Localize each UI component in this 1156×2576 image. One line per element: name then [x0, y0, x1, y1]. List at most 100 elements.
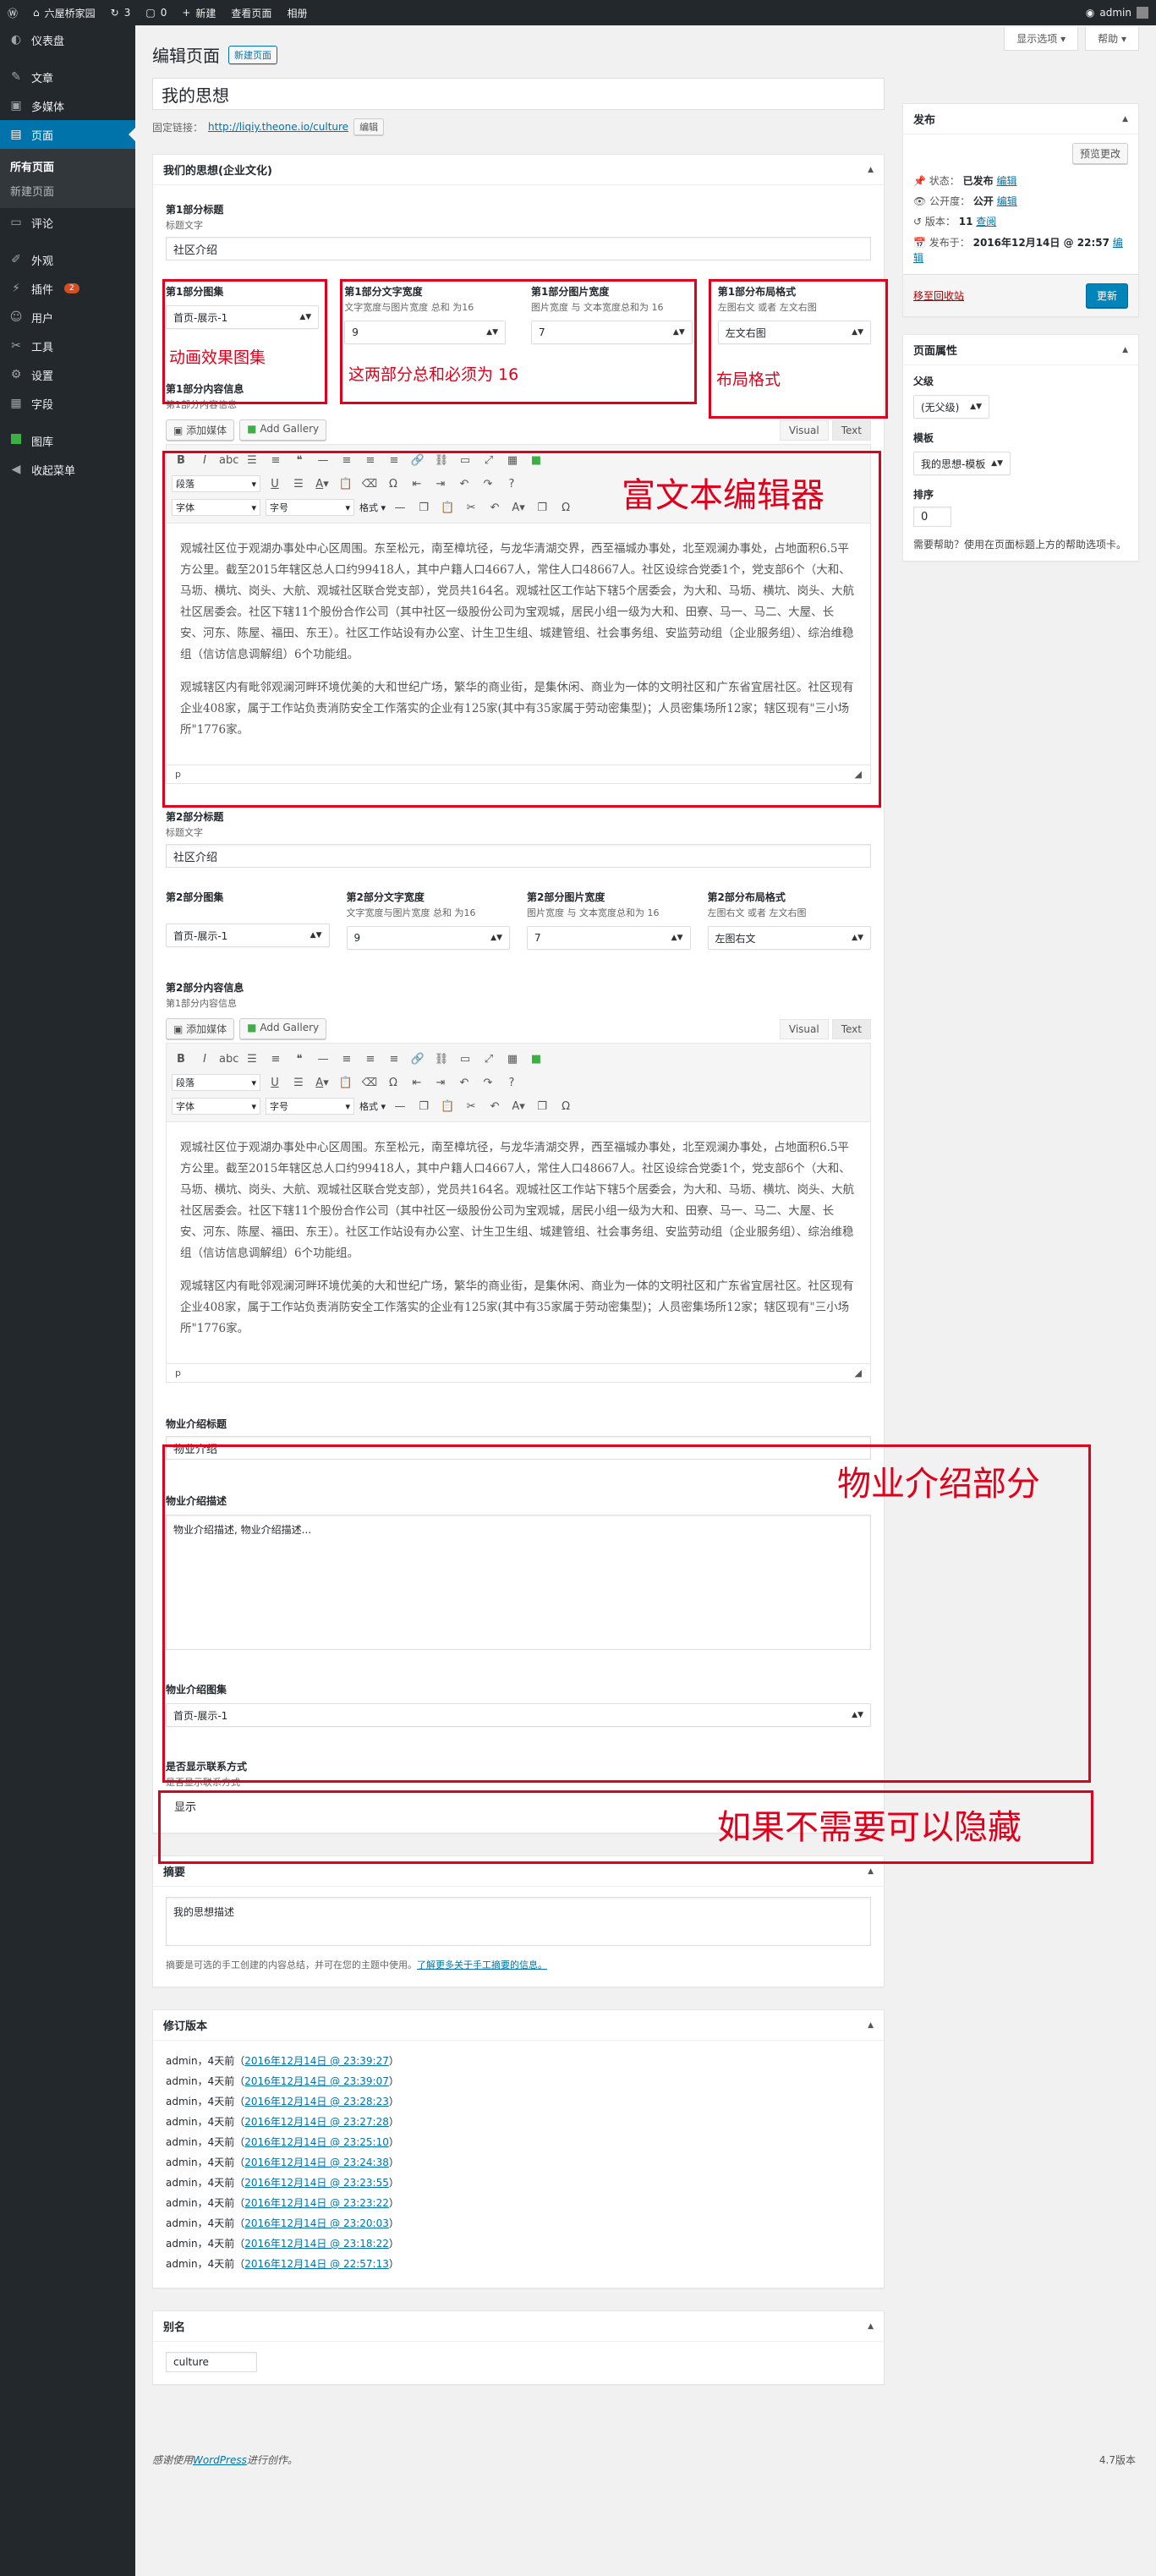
toolbar-toggle-icon[interactable]: ▦ — [503, 1053, 522, 1066]
excerpt-textarea[interactable]: 我的思想描述 — [166, 1897, 871, 1946]
menu-tools[interactable]: ✂ 工具 — [0, 332, 135, 360]
outdent-icon[interactable]: ⇤ — [408, 1077, 426, 1089]
clear-format-icon[interactable]: ⌫ — [360, 1077, 379, 1089]
horizontal-rule-icon[interactable]: — — [314, 1053, 332, 1066]
editor-content-2[interactable]: 观城社区位于观湖办事处中心区周围。东至松元，南至樟坑径，与龙华清湖交界，西至福城… — [167, 1122, 870, 1363]
slug-input[interactable]: culture — [166, 2352, 257, 2372]
link-icon[interactable]: 🔗 — [408, 1053, 427, 1066]
site-name[interactable]: ⌂ 六屋桥家园 — [25, 0, 103, 25]
toggle-arrow-icon[interactable]: ▲ — [1122, 115, 1128, 123]
paste-text-icon[interactable]: 📋 — [337, 1077, 355, 1089]
menu-settings[interactable]: ⚙ 设置 — [0, 360, 135, 389]
copy-icon[interactable]: ❐ — [533, 1100, 551, 1113]
cut-icon[interactable]: ✂ — [462, 1100, 480, 1113]
menu-pages[interactable]: ▤ 页面 — [0, 120, 135, 149]
paragraph-select[interactable]: 段落 ▾ — [172, 1074, 260, 1091]
unlink-icon[interactable]: ⛓ — [432, 1053, 451, 1066]
justify-icon[interactable]: ☰ — [289, 1077, 308, 1089]
s2-gallery-select[interactable]: 首页-展示-1 ▲▼ — [166, 924, 330, 947]
wordpress-link[interactable]: WordPress — [193, 2454, 247, 2466]
visual-tab[interactable]: Visual — [779, 1019, 829, 1039]
font-select[interactable]: 字体 ▾ — [172, 1098, 260, 1115]
menu-users[interactable]: ☺ 用户 — [0, 303, 135, 332]
align-left-icon[interactable]: ≡ — [337, 1053, 356, 1066]
add-gallery-button[interactable]: ■ Add Gallery — [239, 419, 327, 441]
format-menu[interactable]: 格式 ▾ — [359, 1099, 386, 1113]
move-to-trash-link[interactable]: 移至回收站 — [913, 288, 964, 303]
paste-icon[interactable]: 📋 — [438, 1100, 457, 1113]
help-button[interactable]: 帮助 ▾ — [1085, 27, 1139, 51]
align-center-icon[interactable]: ≡ — [361, 1053, 380, 1066]
copy-icon[interactable]: ❐ — [414, 1100, 433, 1113]
background-color-icon[interactable]: A▾ — [509, 1100, 528, 1113]
toggle-arrow-icon[interactable]: ▲ — [868, 1867, 874, 1876]
toggle-arrow-icon[interactable]: ▲ — [868, 2322, 874, 2331]
new-content-link[interactable]: + 新建 — [174, 0, 223, 25]
order-input[interactable]: 0 — [913, 507, 951, 527]
submenu-new-page[interactable]: 新建页面 — [0, 178, 135, 203]
revision-link[interactable]: 2016年12月14日 @ 23:18:22 — [244, 2238, 389, 2250]
s2-layout-select[interactable]: 左图右文 ▲▼ — [707, 926, 871, 950]
view-page-link[interactable]: 查看页面 — [223, 0, 279, 25]
numbered-list-icon[interactable]: ≡ — [266, 1053, 285, 1066]
menu-gallery[interactable]: 图库 — [0, 426, 135, 455]
parent-select[interactable]: (无父级) ▲▼ — [913, 395, 989, 419]
horizontal-rule-icon[interactable]: — — [391, 1100, 409, 1113]
special-char-icon[interactable]: Ω — [384, 1077, 403, 1089]
revision-link[interactable]: 2016年12月14日 @ 23:23:55 — [244, 2177, 389, 2189]
revision-link[interactable]: 2016年12月14日 @ 22:57:13 — [244, 2258, 389, 2270]
gallery-icon[interactable]: ■ — [527, 1053, 545, 1066]
text-tab[interactable]: Text — [831, 1019, 871, 1039]
permalink-link[interactable]: http://liqiy.theone.io/culture — [208, 121, 348, 133]
undo-icon[interactable]: ↶ — [455, 1077, 474, 1089]
revision-link[interactable]: 2016年12月14日 @ 23:39:27 — [244, 2055, 389, 2067]
wordpress-logo-icon[interactable]: Ⓦ — [0, 0, 25, 25]
toggle-arrow-icon[interactable]: ▲ — [868, 2021, 874, 2030]
blockquote-icon[interactable]: ❝ — [290, 1053, 309, 1066]
s2-title-input[interactable]: 社区介绍 — [166, 844, 871, 868]
align-right-icon[interactable]: ≡ — [385, 1053, 403, 1066]
user-menu[interactable]: ◉ admin — [1078, 0, 1156, 25]
update-button[interactable]: 更新 — [1085, 283, 1128, 308]
menu-comments[interactable]: ▭ 评论 — [0, 208, 135, 237]
menu-media[interactable]: ▣ 多媒体 — [0, 91, 135, 120]
italic-icon[interactable]: I — [195, 1053, 214, 1066]
visual-tab[interactable]: Visual — [779, 420, 829, 441]
preview-changes-button[interactable]: 预览更改 — [1071, 143, 1128, 164]
album-link[interactable]: 相册 — [279, 0, 315, 25]
help-icon[interactable]: ? — [502, 1077, 521, 1089]
template-select[interactable]: 我的思想-模板 ▲▼ — [913, 452, 1011, 475]
status-edit-link[interactable]: 编辑 — [996, 175, 1016, 187]
toggle-arrow-icon[interactable]: ▲ — [1122, 346, 1128, 354]
read-more-icon[interactable]: ▭ — [456, 1053, 474, 1066]
redo-icon[interactable]: ↷ — [479, 1077, 497, 1089]
bullet-list-icon[interactable]: ☰ — [243, 1053, 261, 1066]
visibility-edit-link[interactable]: 编辑 — [997, 195, 1017, 207]
add-gallery-button[interactable]: ■ Add Gallery — [239, 1018, 327, 1039]
revision-link[interactable]: 2016年12月14日 @ 23:39:07 — [244, 2075, 389, 2087]
menu-collapse[interactable]: ◀ 收起菜单 — [0, 455, 135, 484]
revision-link[interactable]: 2016年12月14日 @ 23:25:10 — [244, 2136, 389, 2148]
post-title-input[interactable] — [152, 78, 885, 110]
revisions-browse-link[interactable]: 查阅 — [976, 216, 996, 227]
screen-options-button[interactable]: 显示选项 ▾ — [1004, 27, 1079, 51]
s1-title-input[interactable]: 社区介绍 — [166, 237, 871, 260]
undo-icon[interactable]: ↶ — [485, 1100, 504, 1113]
indent-icon[interactable]: ⇥ — [431, 1077, 450, 1089]
revision-link[interactable]: 2016年12月14日 @ 23:20:03 — [244, 2217, 389, 2229]
special-char-icon[interactable]: Ω — [556, 1100, 575, 1113]
size-select[interactable]: 字号 ▾ — [266, 1098, 354, 1115]
menu-appearance[interactable]: ✐ 外观 — [0, 245, 135, 274]
s2-text-width-select[interactable]: 9 ▲▼ — [346, 926, 510, 950]
excerpt-help-link[interactable]: 了解更多关于手工摘要的信息。 — [417, 1959, 547, 1970]
revision-link[interactable]: 2016年12月14日 @ 23:27:28 — [244, 2116, 389, 2128]
resize-handle-icon[interactable]: ◢ — [855, 1367, 862, 1378]
menu-plugins[interactable]: ⚡ 插件 2 — [0, 274, 135, 303]
permalink-edit-button[interactable]: 编辑 — [353, 118, 385, 135]
submenu-all-pages[interactable]: 所有页面 — [0, 154, 135, 178]
revision-link[interactable]: 2016年12月14日 @ 23:28:23 — [244, 2096, 389, 2107]
bold-icon[interactable]: B — [172, 1053, 190, 1066]
menu-dashboard[interactable]: ◐ 仪表盘 — [0, 25, 135, 54]
add-new-page-button[interactable]: 新建页面 — [228, 45, 277, 64]
revision-link[interactable]: 2016年12月14日 @ 23:24:38 — [244, 2157, 389, 2168]
